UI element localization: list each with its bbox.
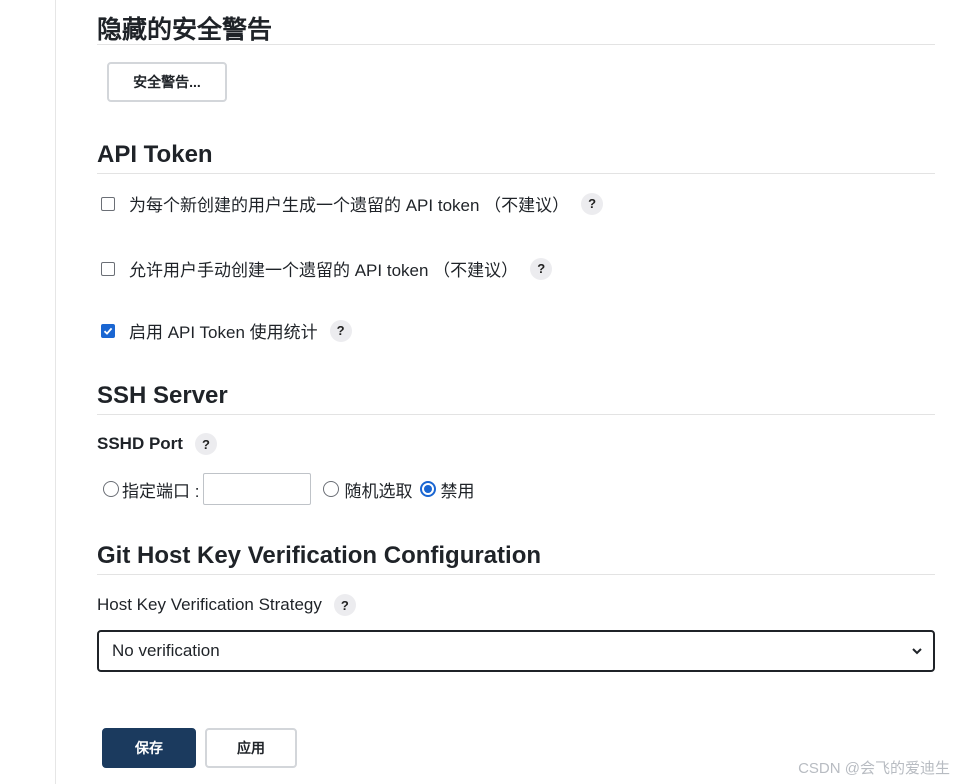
section-title-hidden-warnings: 隐藏的安全警告	[97, 16, 273, 44]
sshd-port-options: 指定端口 : 随机选取 禁用	[103, 473, 474, 505]
disable-port-label: 禁用	[440, 481, 475, 501]
legacy-token-manual-label: 允许用户手动创建一个遗留的 API token （不建议）	[129, 261, 519, 280]
section-divider	[97, 173, 935, 174]
section-divider	[97, 44, 935, 45]
legacy-token-manual-checkbox[interactable]	[101, 261, 115, 276]
sshd-port-input[interactable]	[203, 473, 312, 505]
disable-port-radio[interactable]	[420, 481, 437, 497]
help-icon[interactable]: ?	[530, 257, 553, 280]
help-icon[interactable]: ?	[194, 433, 217, 455]
section-title-git-host-key: Git Host Key Verification Configuration	[97, 542, 542, 569]
sshd-port-label: SSHD Port	[97, 434, 183, 453]
watermark: CSDN @会飞的爱迪生	[798, 760, 950, 777]
strategy-selected-value: No verification	[112, 641, 220, 660]
section-title-ssh-server: SSH Server	[97, 382, 228, 409]
help-icon[interactable]: ?	[329, 319, 352, 342]
token-usage-stats-checkbox[interactable]	[101, 323, 115, 338]
random-port-radio[interactable]	[323, 481, 340, 497]
security-warnings-button[interactable]: 安全警告...	[107, 62, 227, 102]
token-usage-stats-option[interactable]: 启用 API Token 使用统计 ?	[101, 318, 352, 343]
legacy-token-new-users-option[interactable]: 为每个新创建的用户生成一个遗留的 API token （不建议） ?	[101, 191, 604, 216]
left-rail	[0, 0, 56, 784]
strategy-label-row: Host Key Verification Strategy ?	[97, 594, 356, 616]
strategy-label: Host Key Verification Strategy	[97, 595, 322, 614]
token-usage-stats-label: 启用 API Token 使用统计	[129, 323, 318, 342]
sshd-port-label-row: SSHD Port ?	[97, 433, 217, 455]
help-icon[interactable]: ?	[333, 594, 356, 616]
section-divider	[97, 574, 935, 575]
fixed-port-radio[interactable]	[103, 481, 119, 497]
random-port-label: 随机选取	[344, 481, 413, 501]
help-icon[interactable]: ?	[581, 192, 604, 215]
section-title-api-token: API Token	[97, 141, 213, 168]
chevron-down-icon	[912, 648, 922, 655]
legacy-token-manual-option[interactable]: 允许用户手动创建一个遗留的 API token （不建议） ?	[101, 256, 553, 281]
legacy-token-new-users-checkbox[interactable]	[101, 196, 115, 211]
strategy-select[interactable]: No verification	[97, 630, 935, 672]
apply-button[interactable]: 应用	[205, 728, 297, 768]
save-button[interactable]: 保存	[102, 728, 196, 768]
section-divider	[97, 414, 935, 415]
fixed-port-label: 指定端口 :	[122, 481, 200, 501]
check-icon	[103, 327, 113, 335]
legacy-token-new-users-label: 为每个新创建的用户生成一个遗留的 API token （不建议）	[129, 196, 570, 215]
